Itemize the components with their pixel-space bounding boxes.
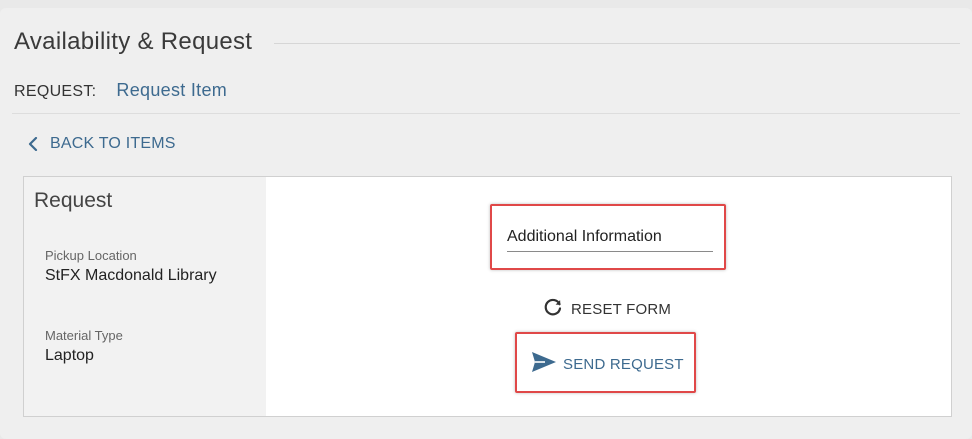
request-label: REQUEST:: [14, 83, 97, 100]
send-request-button[interactable]: SEND REQUEST: [531, 351, 684, 377]
back-to-items-label: BACK TO ITEMS: [50, 135, 176, 152]
material-type-value: Laptop: [45, 347, 94, 364]
refresh-icon: [542, 296, 564, 322]
page-title: Availability & Request: [14, 28, 253, 55]
availability-request-panel: Availability & Request REQUEST: Request …: [0, 8, 972, 439]
additional-information-input[interactable]: [507, 222, 713, 252]
pickup-location-value: StFX Macdonald Library: [45, 267, 217, 284]
chevron-left-icon: [28, 137, 38, 151]
send-request-highlight: SEND REQUEST: [515, 332, 696, 393]
pickup-location-label: Pickup Location: [45, 248, 137, 263]
request-summary-panel: Request Pickup Location StFX Macdonald L…: [24, 177, 266, 416]
material-type-label: Material Type: [45, 328, 123, 343]
request-type-value: Request Item: [116, 80, 228, 100]
section-divider: [12, 113, 960, 114]
title-divider: [274, 43, 960, 44]
reset-form-button[interactable]: RESET FORM: [542, 296, 671, 322]
request-row: REQUEST: Request Item: [14, 80, 227, 101]
back-to-items-link[interactable]: BACK TO ITEMS: [28, 135, 176, 153]
additional-info-highlight: [490, 204, 726, 270]
card-heading: Request: [34, 189, 113, 212]
request-form: RESET FORM SEND REQUEST: [266, 177, 951, 416]
reset-form-label: RESET FORM: [571, 300, 672, 318]
request-card: Request Pickup Location StFX Macdonald L…: [23, 176, 952, 417]
paper-plane-icon: [531, 351, 557, 377]
send-request-label: SEND REQUEST: [563, 355, 684, 373]
